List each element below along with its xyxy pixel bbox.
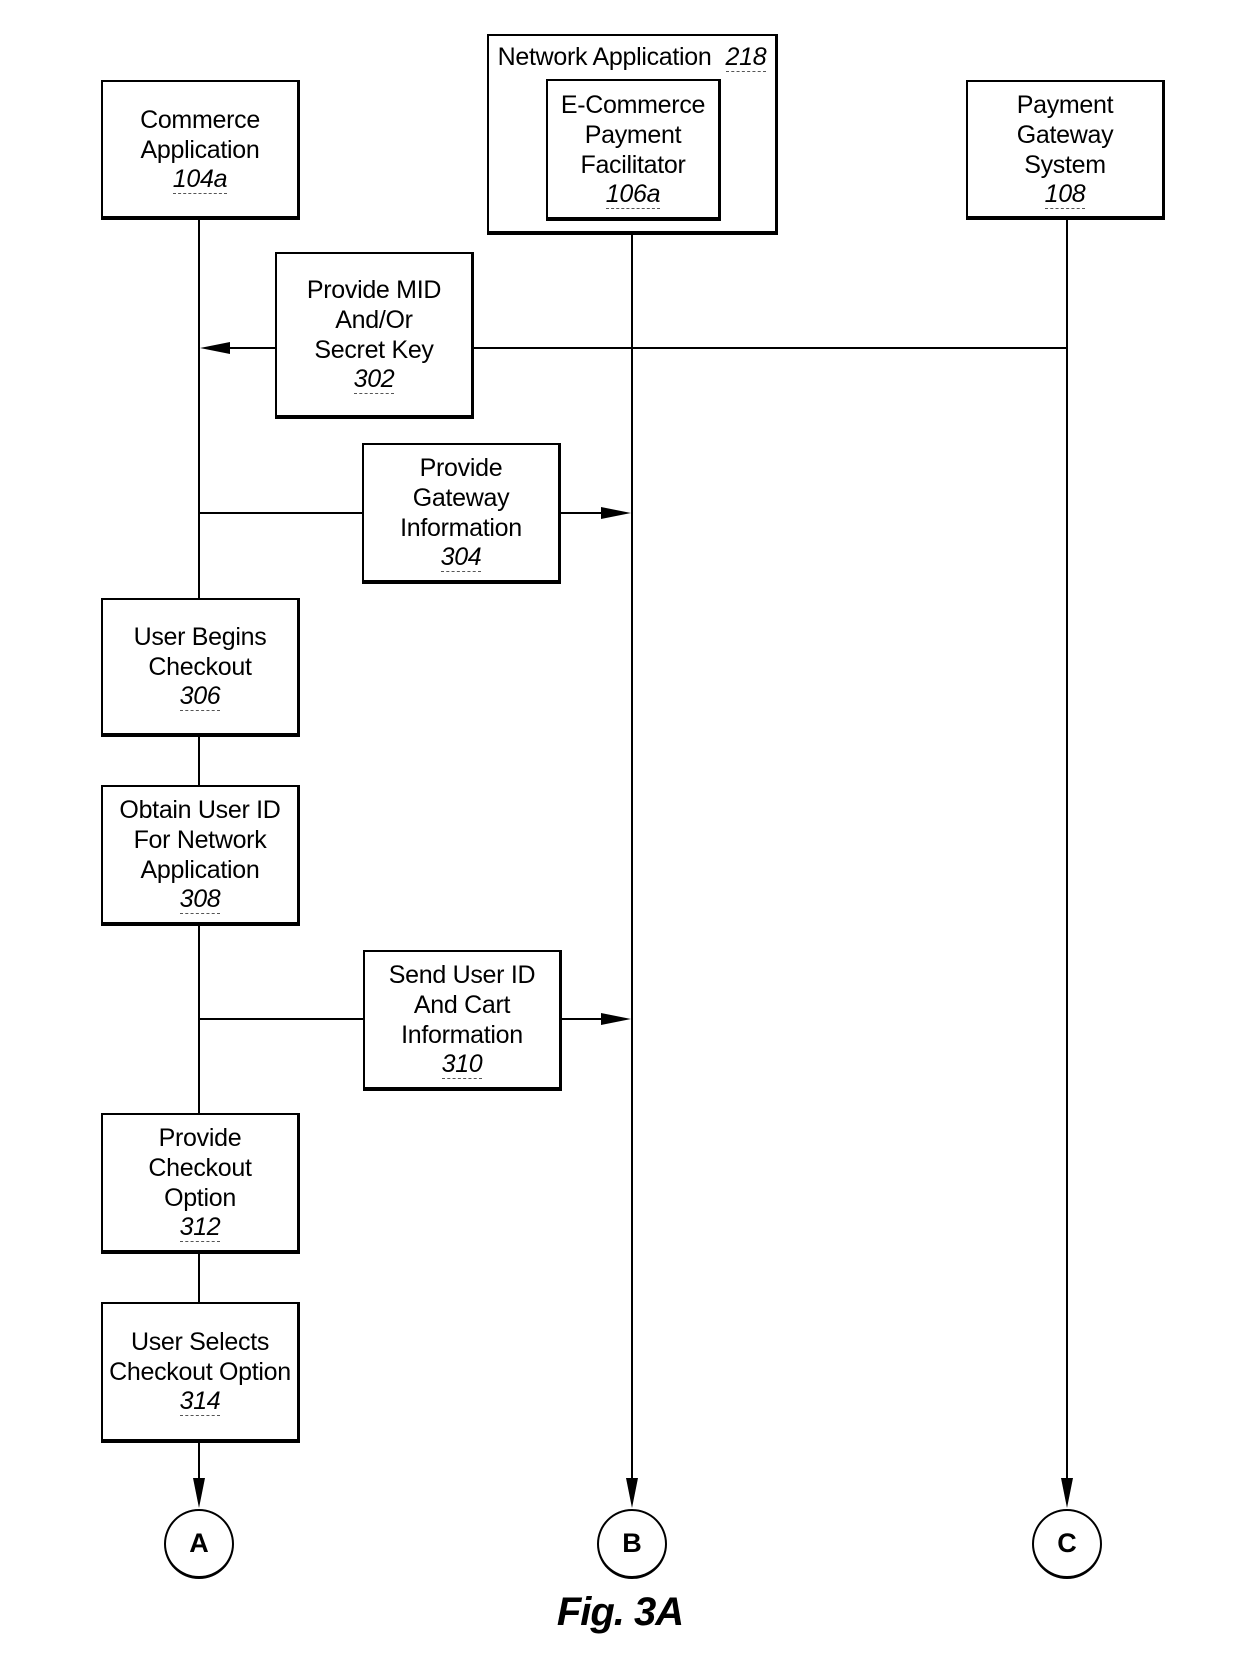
arrow-down-c-icon (1061, 1478, 1073, 1508)
lifeline-payment-gateway-system (1066, 218, 1068, 1478)
arrow-302-head-icon (200, 342, 230, 354)
lifeline-header-commerce-application: Commerce Application 104a (101, 80, 300, 220)
lifeline-header-ecommerce-payment-facilitator: E-Commerce Payment Facilitator 106a (546, 79, 721, 221)
step-line: User Begins (133, 623, 267, 651)
reference-numeral: 308 (179, 885, 221, 914)
header-line: Gateway (1016, 120, 1114, 149)
reference-numeral: 106a (605, 179, 661, 209)
connector-b: B (597, 1509, 667, 1579)
step-306-user-begins-checkout: User Begins Checkout 306 (101, 598, 300, 737)
arrow-310-head-icon (601, 1013, 631, 1025)
reference-numeral: 312 (179, 1213, 221, 1242)
reference-numeral: 306 (179, 682, 221, 711)
step-line: For Network (133, 826, 267, 854)
step-line: Checkout (148, 653, 252, 681)
header-line: Facilitator (580, 150, 686, 179)
reference-numeral: 314 (179, 1387, 221, 1416)
step-308-obtain-user-id: Obtain User ID For Network Application 3… (101, 785, 300, 926)
container-title: Network Application (497, 43, 712, 71)
network-application-title-row: Network Application 218 (498, 42, 767, 72)
reference-numeral: 302 (353, 365, 395, 394)
step-line: Option (164, 1184, 236, 1212)
arrow-down-a-icon (193, 1478, 205, 1508)
step-310-send-user-id-cart-information: Send User ID And Cart Information 310 (363, 950, 562, 1091)
step-line: Provide (419, 454, 503, 482)
reference-numeral: 218 (725, 43, 767, 72)
step-312-provide-checkout-option: Provide Checkout Option 312 (101, 1113, 300, 1254)
step-line: Provide MID (306, 276, 442, 304)
step-line: Send User ID (388, 961, 536, 989)
reference-numeral: 310 (441, 1050, 483, 1079)
header-line: E-Commerce (560, 90, 706, 119)
header-line: Payment (1016, 90, 1114, 119)
step-line: Provide (158, 1124, 242, 1152)
step-line: User Selects (130, 1328, 270, 1356)
arrow-304-head-icon (601, 507, 631, 519)
reference-numeral: 304 (440, 543, 482, 572)
step-line: Obtain User ID (119, 796, 281, 824)
step-line: And/Or (335, 306, 413, 334)
step-314-user-selects-checkout-option: User Selects Checkout Option 314 (101, 1302, 300, 1443)
reference-numeral: 104a (172, 164, 228, 194)
step-line: Checkout (148, 1154, 252, 1182)
step-line: Information (401, 1021, 523, 1049)
arrow-down-b-icon (626, 1478, 638, 1508)
header-line: System (1024, 150, 1106, 179)
header-line: Payment (584, 120, 682, 149)
lifeline-header-payment-gateway-system: Payment Gateway System 108 (966, 80, 1165, 220)
step-line: And Cart (413, 991, 511, 1019)
connector-a: A (164, 1509, 234, 1579)
step-line: Application (140, 856, 260, 884)
figure-label: Fig. 3A (556, 1590, 684, 1634)
header-line: Application (140, 135, 260, 164)
reference-numeral: 108 (1044, 179, 1086, 209)
step-line: Checkout Option (109, 1358, 291, 1386)
connector-c: C (1032, 1509, 1102, 1579)
step-line: Secret Key (314, 336, 434, 364)
step-304-provide-gateway-information: Provide Gateway Information 304 (362, 443, 561, 584)
header-line: Commerce (140, 105, 260, 134)
step-line: Gateway (412, 484, 510, 512)
lifeline-ecommerce-payment-facilitator (631, 233, 633, 1478)
step-302-provide-mid-secret-key: Provide MID And/Or Secret Key 302 (275, 252, 474, 419)
step-line: Information (400, 514, 522, 542)
